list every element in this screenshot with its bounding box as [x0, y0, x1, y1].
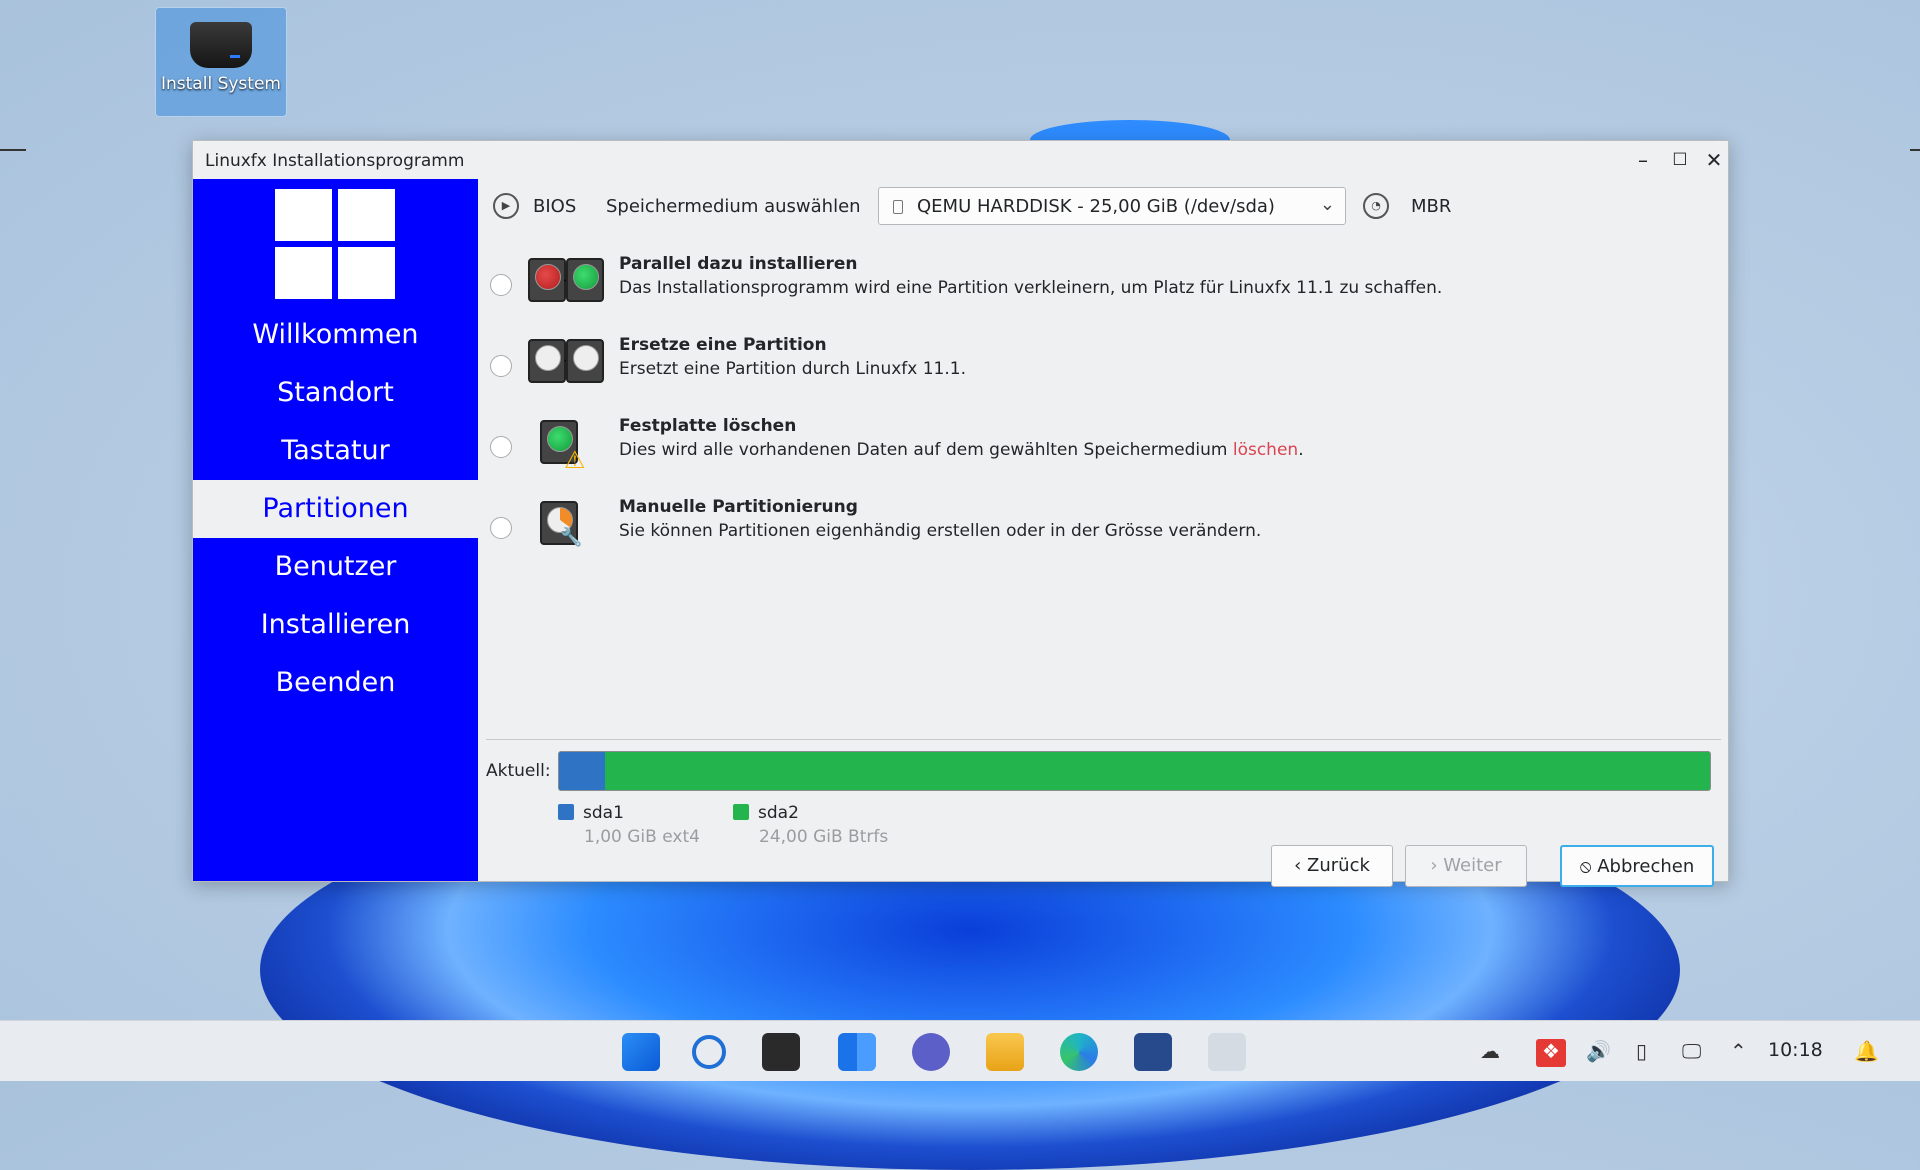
desktop-edge-mark	[1910, 149, 1920, 151]
window-title: Linuxfx Installationsprogramm	[205, 151, 465, 171]
firmware-label: BIOS	[533, 196, 577, 217]
legend-name: sda2	[758, 803, 799, 823]
chevron-left-icon: ‹	[1294, 855, 1308, 876]
erase-disk-icon: ⚠	[528, 416, 600, 476]
radio-manual-partitioning[interactable]	[490, 517, 512, 539]
search-icon[interactable]	[692, 1035, 726, 1069]
legend-sda2: sda2 24,00 GiB Btrfs	[733, 803, 888, 847]
disk-select-value: QEMU HARDDISK - 25,00 GiB (/dev/sda)	[917, 196, 1275, 217]
disk-icon	[893, 200, 903, 214]
disk-toolbar: ▶ BIOS Speichermedium auswählen QEMU HAR…	[478, 179, 1728, 237]
next-button-label: Weiter	[1443, 855, 1502, 876]
option-description: Sie können Partitionen eigenhändig erste…	[619, 521, 1262, 541]
network-icon[interactable]: 🖵	[1682, 1039, 1701, 1063]
desktop-edge-mark	[0, 149, 26, 151]
disk-select[interactable]: QEMU HARDDISK - 25,00 GiB (/dev/sda) ⌄	[878, 187, 1346, 225]
legend-detail: 1,00 GiB ext4	[584, 827, 700, 847]
legend-swatch	[733, 804, 749, 820]
notification-bell-icon[interactable]: 🔔	[1854, 1039, 1879, 1063]
taskbar: ☁ ❖ 🔊 ▯ 🖵 ⌃ 10:18 🔔	[0, 1020, 1920, 1081]
resize-partition-icon: ◂▸	[528, 254, 604, 314]
file-explorer-icon[interactable]	[986, 1033, 1024, 1071]
windows-logo-icon	[275, 189, 397, 301]
replace-partition-icon: →	[528, 335, 604, 395]
sidebar-item-standort: Standort	[277, 377, 394, 408]
back-button-label: Zurück	[1307, 855, 1370, 876]
widgets-icon[interactable]	[838, 1033, 876, 1071]
cancel-button-label: Abbrechen	[1597, 856, 1695, 877]
cloud-icon[interactable]: ☁	[1480, 1039, 1500, 1063]
legend-sda1: sda1 1,00 GiB ext4	[558, 803, 700, 847]
manual-partition-icon: 🔧	[528, 497, 600, 557]
cancel-icon: ⦸	[1579, 856, 1598, 877]
bios-icon: ▶	[493, 193, 519, 219]
next-button[interactable]: › Weiter	[1405, 845, 1527, 887]
minimize-button[interactable]: –	[1626, 145, 1660, 175]
volume-icon[interactable]: 🔊	[1586, 1039, 1611, 1063]
radio-erase-disk[interactable]	[490, 436, 512, 458]
divider	[486, 739, 1721, 740]
sidebar-item-willkommen: Willkommen	[252, 319, 419, 350]
option-replace-partition[interactable]: → Ersetze eine Partition Ersetzt eine Pa…	[478, 329, 1728, 409]
start-menu-icon[interactable]	[622, 1033, 660, 1071]
desktop-icon-label: Install System	[161, 74, 281, 94]
partition-segment-sda1	[559, 752, 606, 790]
sidebar-item-benutzer: Benutzer	[274, 551, 397, 582]
sidebar-item-partitionen: Partitionen	[193, 480, 478, 538]
chevron-down-icon: ⌄	[1319, 194, 1335, 215]
select-disk-label: Speichermedium auswählen	[606, 196, 861, 217]
option-description: Dies wird alle vorhandenen Daten auf dem…	[619, 440, 1304, 460]
anydesk-icon[interactable]: ❖	[1536, 1039, 1566, 1067]
sidebar-item-beenden: Beenden	[275, 667, 396, 698]
sidebar: Willkommen Standort Tastatur Partitionen…	[193, 179, 478, 881]
option-description: Das Installationsprogramm wird eine Part…	[619, 278, 1443, 298]
title-bar[interactable]: Linuxfx Installationsprogramm – ☐ ✕	[193, 141, 1728, 179]
option-erase-disk[interactable]: ⚠ Festplatte löschen Dies wird alle vorh…	[478, 410, 1728, 490]
store-icon[interactable]	[1134, 1033, 1172, 1071]
option-title: Ersetze eine Partition	[619, 335, 827, 355]
desktop-icon-install-system[interactable]: Install System	[155, 7, 287, 117]
partition-table-icon: ◔	[1363, 193, 1389, 219]
chevron-up-icon[interactable]: ⌃	[1730, 1039, 1747, 1063]
cancel-button[interactable]: ⦸ Abbrechen	[1560, 845, 1714, 887]
current-layout-label: Aktuell:	[486, 761, 551, 781]
option-parallel-install[interactable]: ◂▸ Parallel dazu installieren Das Instal…	[478, 248, 1728, 328]
back-button[interactable]: ‹ Zurück	[1271, 845, 1393, 887]
danger-text: löschen	[1232, 440, 1299, 460]
radio-parallel-install[interactable]	[490, 274, 512, 296]
partition-table-label: MBR	[1411, 196, 1452, 217]
installer-window: Linuxfx Installationsprogramm – ☐ ✕ Will…	[192, 140, 1729, 887]
close-button[interactable]: ✕	[1697, 145, 1731, 175]
radio-replace-partition[interactable]	[490, 355, 512, 377]
edge-browser-icon[interactable]	[1060, 1033, 1098, 1071]
battery-icon[interactable]: ▯	[1636, 1039, 1647, 1063]
clock[interactable]: 10:18	[1768, 1039, 1823, 1061]
chevron-right-icon: ›	[1430, 855, 1444, 876]
sidebar-item-tastatur: Tastatur	[281, 435, 390, 466]
partition-page: ▶ BIOS Speichermedium auswählen QEMU HAR…	[478, 179, 1728, 887]
partition-bar	[558, 751, 1711, 791]
maximize-button[interactable]: ☐	[1663, 145, 1697, 175]
task-view-icon[interactable]	[762, 1033, 800, 1071]
option-title: Manuelle Partitionierung	[619, 497, 858, 517]
legend-name: sda1	[583, 803, 624, 823]
option-title: Parallel dazu installieren	[619, 254, 858, 274]
legend-swatch	[558, 804, 574, 820]
legend-detail: 24,00 GiB Btrfs	[759, 827, 889, 847]
chat-icon[interactable]	[912, 1033, 950, 1071]
option-manual-partitioning[interactable]: 🔧 Manuelle Partitionierung Sie können Pa…	[478, 491, 1728, 571]
installer-taskbar-icon[interactable]	[1208, 1033, 1246, 1071]
option-title: Festplatte löschen	[619, 416, 797, 436]
sidebar-item-installieren: Installieren	[260, 609, 411, 640]
option-description: Ersetzt eine Partition durch Linuxfx 11.…	[619, 359, 966, 379]
drive-icon	[190, 22, 252, 68]
